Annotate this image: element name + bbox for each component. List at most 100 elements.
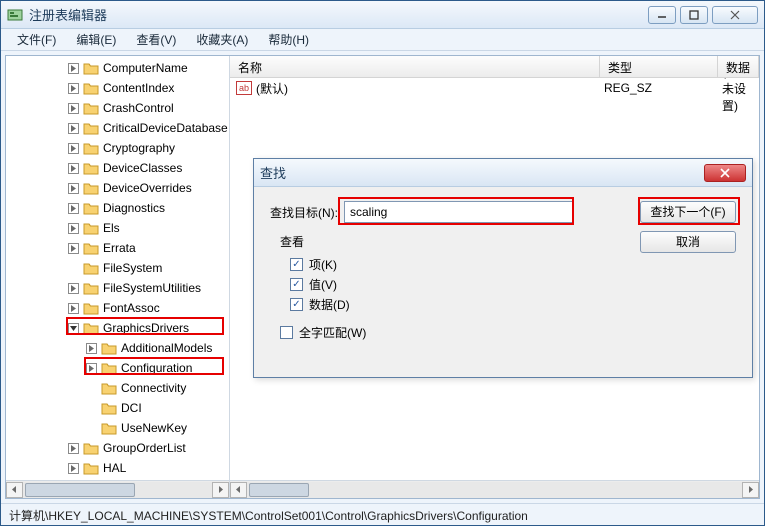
scroll-right-button[interactable] <box>742 482 759 498</box>
checkbox-icon <box>280 326 293 339</box>
checkbox-icon <box>290 298 303 311</box>
minimize-button[interactable] <box>648 6 676 24</box>
col-type-header[interactable]: 类型 <box>600 56 718 77</box>
tree-item-label: Errata <box>103 241 136 255</box>
tree-item-label: HAL <box>103 461 126 475</box>
expand-icon[interactable] <box>68 123 79 134</box>
tree-item[interactable]: AdditionalModels <box>6 338 229 358</box>
status-path: 计算机\HKEY_LOCAL_MACHINE\SYSTEM\ControlSet… <box>9 509 528 523</box>
cancel-button[interactable]: 取消 <box>640 231 736 253</box>
scroll-right-button[interactable] <box>212 482 229 498</box>
list-hscrollbar[interactable] <box>230 480 759 498</box>
tree-hscrollbar[interactable] <box>6 480 229 498</box>
maximize-button[interactable] <box>680 6 708 24</box>
expand-icon[interactable] <box>68 223 79 234</box>
menu-favorites[interactable]: 收藏夹(A) <box>186 29 258 50</box>
expand-icon[interactable] <box>68 203 79 214</box>
tree-item[interactable]: FontAssoc <box>6 298 229 318</box>
col-name-header[interactable]: 名称 <box>230 56 600 77</box>
no-expand <box>86 403 97 414</box>
tree-item[interactable]: DeviceClasses <box>6 158 229 178</box>
expand-icon[interactable] <box>68 183 79 194</box>
checkbox-icon <box>290 278 303 291</box>
tree-item[interactable]: GraphicsDrivers <box>6 318 229 338</box>
titlebar: 注册表编辑器 <box>1 1 764 29</box>
tree-item-label: ContentIndex <box>103 81 174 95</box>
value-type: REG_SZ <box>604 81 722 95</box>
expand-icon[interactable] <box>86 343 97 354</box>
statusbar: 计算机\HKEY_LOCAL_MACHINE\SYSTEM\ControlSet… <box>1 503 764 525</box>
checkbox-icon <box>290 258 303 271</box>
app-icon <box>7 7 23 23</box>
folder-icon <box>83 201 99 215</box>
tree-item[interactable]: Errata <box>6 238 229 258</box>
menu-view[interactable]: 查看(V) <box>126 29 186 50</box>
tree-item[interactable]: UseNewKey <box>6 418 229 438</box>
check-keys[interactable]: 项(K) <box>270 254 736 274</box>
scroll-left-button[interactable] <box>230 482 247 498</box>
tree-item[interactable]: CriticalDeviceDatabase <box>6 118 229 138</box>
tree-item-label: ComputerName <box>103 61 188 75</box>
folder-icon <box>101 341 117 355</box>
no-expand <box>86 423 97 434</box>
menu-file[interactable]: 文件(F) <box>7 29 66 50</box>
tree-item[interactable]: Diagnostics <box>6 198 229 218</box>
tree-item[interactable]: ContentIndex <box>6 78 229 98</box>
menu-help[interactable]: 帮助(H) <box>258 29 319 50</box>
check-wholeword[interactable]: 全字匹配(W) <box>270 324 736 341</box>
tree-item-label: Els <box>103 221 120 235</box>
find-next-button[interactable]: 查找下一个(F) <box>640 201 736 223</box>
tree-item[interactable]: Cryptography <box>6 138 229 158</box>
tree-item[interactable]: FileSystem <box>6 258 229 278</box>
expand-icon[interactable] <box>68 443 79 454</box>
expand-icon[interactable] <box>68 463 79 474</box>
tree-item-label: FileSystem <box>103 261 162 275</box>
tree-item-label: Configuration <box>121 361 192 375</box>
tree-item[interactable]: CrashControl <box>6 98 229 118</box>
tree-scroll[interactable]: ComputerName ContentIndex CrashControl Crit… <box>6 56 229 480</box>
dialog-close-button[interactable] <box>704 164 746 182</box>
tree-item[interactable]: DCI <box>6 398 229 418</box>
scroll-left-button[interactable] <box>6 482 23 498</box>
tree-item-label: GroupOrderList <box>103 441 186 455</box>
expand-icon[interactable] <box>68 283 79 294</box>
regedit-window: 注册表编辑器 文件(F) 编辑(E) 查看(V) 收藏夹(A) 帮助(H) Co… <box>0 0 765 526</box>
col-data-header[interactable]: 数据 <box>718 56 759 77</box>
tree-item[interactable]: DeviceOverrides <box>6 178 229 198</box>
check-data[interactable]: 数据(D) <box>270 294 736 314</box>
expand-icon[interactable] <box>68 83 79 94</box>
tree-item[interactable]: Configuration <box>6 358 229 378</box>
workarea: ComputerName ContentIndex CrashControl Crit… <box>5 55 760 499</box>
menu-edit[interactable]: 编辑(E) <box>66 29 126 50</box>
expand-icon[interactable] <box>68 103 79 114</box>
expand-icon[interactable] <box>86 363 97 374</box>
find-dialog: 查找 查找目标(N): 查找下一个(F) 取消 查看 项(K) 值(V) 数据(… <box>253 158 753 378</box>
value-name: (默认) <box>256 80 288 97</box>
expand-icon[interactable] <box>68 143 79 154</box>
folder-icon <box>101 361 117 375</box>
expand-icon[interactable] <box>68 303 79 314</box>
tree-item[interactable]: Els <box>6 218 229 238</box>
tree-item[interactable]: Connectivity <box>6 378 229 398</box>
tree-item[interactable]: HAL <box>6 458 229 478</box>
expand-icon[interactable] <box>68 243 79 254</box>
expand-icon[interactable] <box>68 63 79 74</box>
tree-item-label: Cryptography <box>103 141 175 155</box>
tree-item-label: UseNewKey <box>121 421 187 435</box>
tree-item[interactable]: ComputerName <box>6 58 229 78</box>
folder-icon <box>83 301 99 315</box>
find-target-input[interactable] <box>344 201 574 223</box>
folder-icon <box>83 241 99 255</box>
tree-item-label: FileSystemUtilities <box>103 281 201 295</box>
tree-item[interactable]: GroupOrderList <box>6 438 229 458</box>
tree-item[interactable]: FileSystemUtilities <box>6 278 229 298</box>
tree-item-label: CriticalDeviceDatabase <box>103 121 228 135</box>
close-button[interactable] <box>712 6 758 24</box>
collapse-icon[interactable] <box>68 323 79 334</box>
folder-icon <box>101 421 117 435</box>
value-data: (数值未设置) <box>722 78 759 114</box>
expand-icon[interactable] <box>68 163 79 174</box>
check-values[interactable]: 值(V) <box>270 274 736 294</box>
tree-item-label: DCI <box>121 401 142 415</box>
list-row[interactable]: ab (默认) REG_SZ (数值未设置) <box>230 78 759 98</box>
